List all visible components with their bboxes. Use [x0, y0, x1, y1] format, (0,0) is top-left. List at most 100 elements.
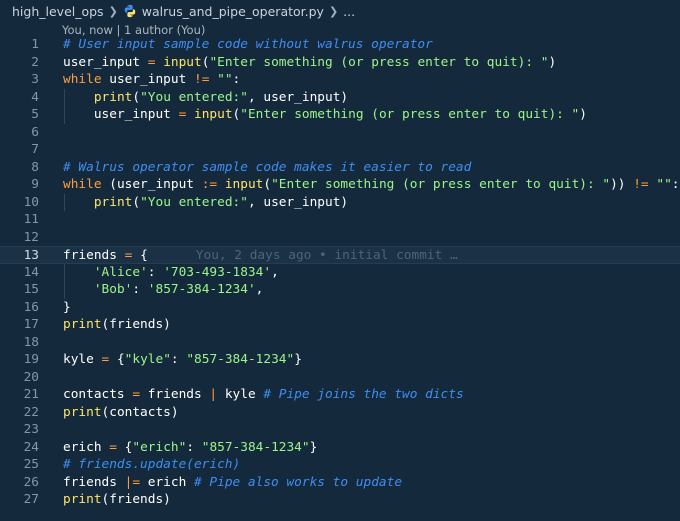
code-line[interactable]: 14 'Alice': '703-493-1834',	[0, 263, 680, 281]
code-token: user_input	[93, 107, 179, 122]
breadcrumb-file[interactable]: walrus_and_pipe_operator.py	[142, 4, 324, 19]
code-line[interactable]: 27 print(friends)	[0, 491, 680, 509]
code-line[interactable]: 13 friends = {You, 2 days ago • initial c…	[0, 246, 680, 264]
code-token: print	[93, 194, 133, 210]
breadcrumb-more[interactable]: ...	[343, 4, 355, 19]
code-line[interactable]: 26 friends |= erich # Pipe also works to …	[0, 474, 680, 492]
code-line[interactable]: 7	[0, 141, 680, 159]
code-line[interactable]: 1 # User input sample code without walrus…	[0, 36, 680, 54]
code-token: ))	[610, 177, 634, 192]
code-text: # Walrus operator sample code makes it e…	[63, 159, 471, 177]
code-token: "857-384-1234"	[186, 352, 295, 367]
line-number: 15	[23, 282, 39, 297]
code-token: while	[63, 72, 102, 87]
code-line[interactable]: 11	[0, 211, 680, 229]
code-text: print(friends)	[63, 491, 171, 509]
code-token: # User input sample code without walrus …	[63, 37, 433, 52]
line-number: 1	[31, 37, 39, 52]
code-line[interactable]: 23	[0, 421, 680, 439]
code-line[interactable]: 22 print(contacts)	[0, 404, 680, 422]
code-token: 'Bob'	[93, 282, 133, 297]
code-line[interactable]: 20	[0, 369, 680, 387]
code-text: friends = {You, 2 days ago • initial com…	[63, 247, 458, 265]
code-token: # Pipe joins the two dicts	[263, 387, 464, 402]
code-text: print(friends)	[63, 316, 171, 334]
code-line[interactable]: 4 print("You entered:", user_input)	[0, 88, 680, 107]
code-line[interactable]: 16}	[0, 299, 680, 317]
code-token: !=	[193, 72, 210, 87]
line-number: 17	[23, 317, 39, 332]
code-token: "Enter something (or press enter to quit…	[271, 177, 611, 192]
code-line[interactable]: 5 user_input = input("Enter something (o…	[0, 106, 680, 124]
code-line[interactable]: 2 user_input = input("Enter something (or…	[0, 54, 680, 72]
code-token: (friends)	[101, 492, 171, 507]
indent-guide	[64, 281, 65, 299]
code-token: (	[263, 177, 272, 192]
code-line[interactable]: 17 print(friends)	[0, 316, 680, 334]
code-token: {	[132, 248, 148, 263]
code-line[interactable]: 18	[0, 334, 680, 352]
code-text: contacts = friends | kyle # Pipe joins t…	[63, 386, 464, 404]
line-number: 20	[23, 369, 39, 385]
code-line[interactable]: 25 # friends.update(erich)	[0, 456, 680, 474]
code-token: kyle	[63, 352, 102, 367]
code-token: :	[186, 439, 202, 455]
code-token: :	[170, 352, 187, 367]
code-text: print("You entered:", user_input)	[63, 89, 348, 107]
code-line[interactable]: 10 print("You entered:", user_input)	[0, 193, 680, 211]
line-number: 2	[31, 54, 39, 70]
code-text: print(contacts)	[63, 404, 179, 422]
code-editor[interactable]: 1 # User input sample code without walrus…	[0, 36, 680, 509]
line-number: 16	[23, 299, 39, 315]
code-token: }	[294, 352, 302, 367]
code-text: 'Bob': '857-384-1234',	[63, 281, 264, 299]
line-number: 11	[23, 212, 39, 227]
code-line[interactable]: 9 while (user_input := input("Enter somet…	[0, 176, 680, 194]
code-token: "erich"	[132, 439, 187, 455]
code-line[interactable]: 21 contacts = friends | kyle # Pipe joins…	[0, 386, 680, 404]
code-token: "kyle"	[124, 352, 171, 367]
code-token: friends	[63, 248, 125, 263]
code-token: :=	[201, 177, 218, 192]
code-text: while user_input != "":	[63, 71, 240, 89]
code-line[interactable]: 15 'Bob': '857-384-1234',	[0, 281, 680, 299]
breadcrumb-folder[interactable]: high_level_ops	[12, 4, 104, 19]
chevron-right-icon: ❯	[108, 4, 118, 18]
indent-guide	[64, 263, 65, 281]
code-line[interactable]: 24 erich = {"erich": "857-384-1234"}	[0, 439, 680, 457]
code-text: }	[63, 299, 71, 317]
code-line[interactable]: 8 # Walrus operator sample code makes it …	[0, 159, 680, 177]
code-token: )	[548, 54, 557, 70]
indent-guide	[64, 106, 65, 124]
line-number: 10	[23, 194, 39, 210]
code-line[interactable]: 12	[0, 229, 680, 247]
code-token: {	[116, 439, 133, 455]
code-line[interactable]: 6	[0, 124, 680, 142]
code-line[interactable]: 19 kyle = {"kyle": "857-384-1234"}	[0, 351, 680, 369]
line-number: 25	[23, 457, 39, 472]
code-text: erich = {"erich": "857-384-1234"}	[63, 439, 317, 457]
code-token: friends	[140, 387, 210, 402]
code-token: print	[63, 492, 102, 507]
code-token: (user_input	[101, 177, 202, 192]
code-token: :	[232, 72, 241, 87]
code-token: =	[132, 387, 141, 402]
code-text: # friends.update(erich)	[63, 456, 240, 474]
code-token: :	[671, 177, 680, 192]
code-line[interactable]: 3 while user_input != "":	[0, 71, 680, 89]
code-token: :	[132, 282, 148, 297]
code-token: |	[209, 387, 218, 402]
code-token: (	[132, 194, 141, 210]
line-number: 4	[31, 89, 39, 105]
code-token: print	[63, 404, 102, 420]
code-text: user_input = input("Enter something (or …	[63, 54, 556, 72]
line-number: 12	[23, 229, 39, 245]
code-token: ,	[255, 282, 264, 297]
code-token: ""	[656, 177, 672, 192]
code-token: while	[63, 177, 102, 192]
line-number: 21	[23, 387, 39, 402]
line-number: 24	[23, 439, 39, 455]
code-token: }	[63, 299, 71, 315]
code-token: )	[579, 107, 587, 122]
